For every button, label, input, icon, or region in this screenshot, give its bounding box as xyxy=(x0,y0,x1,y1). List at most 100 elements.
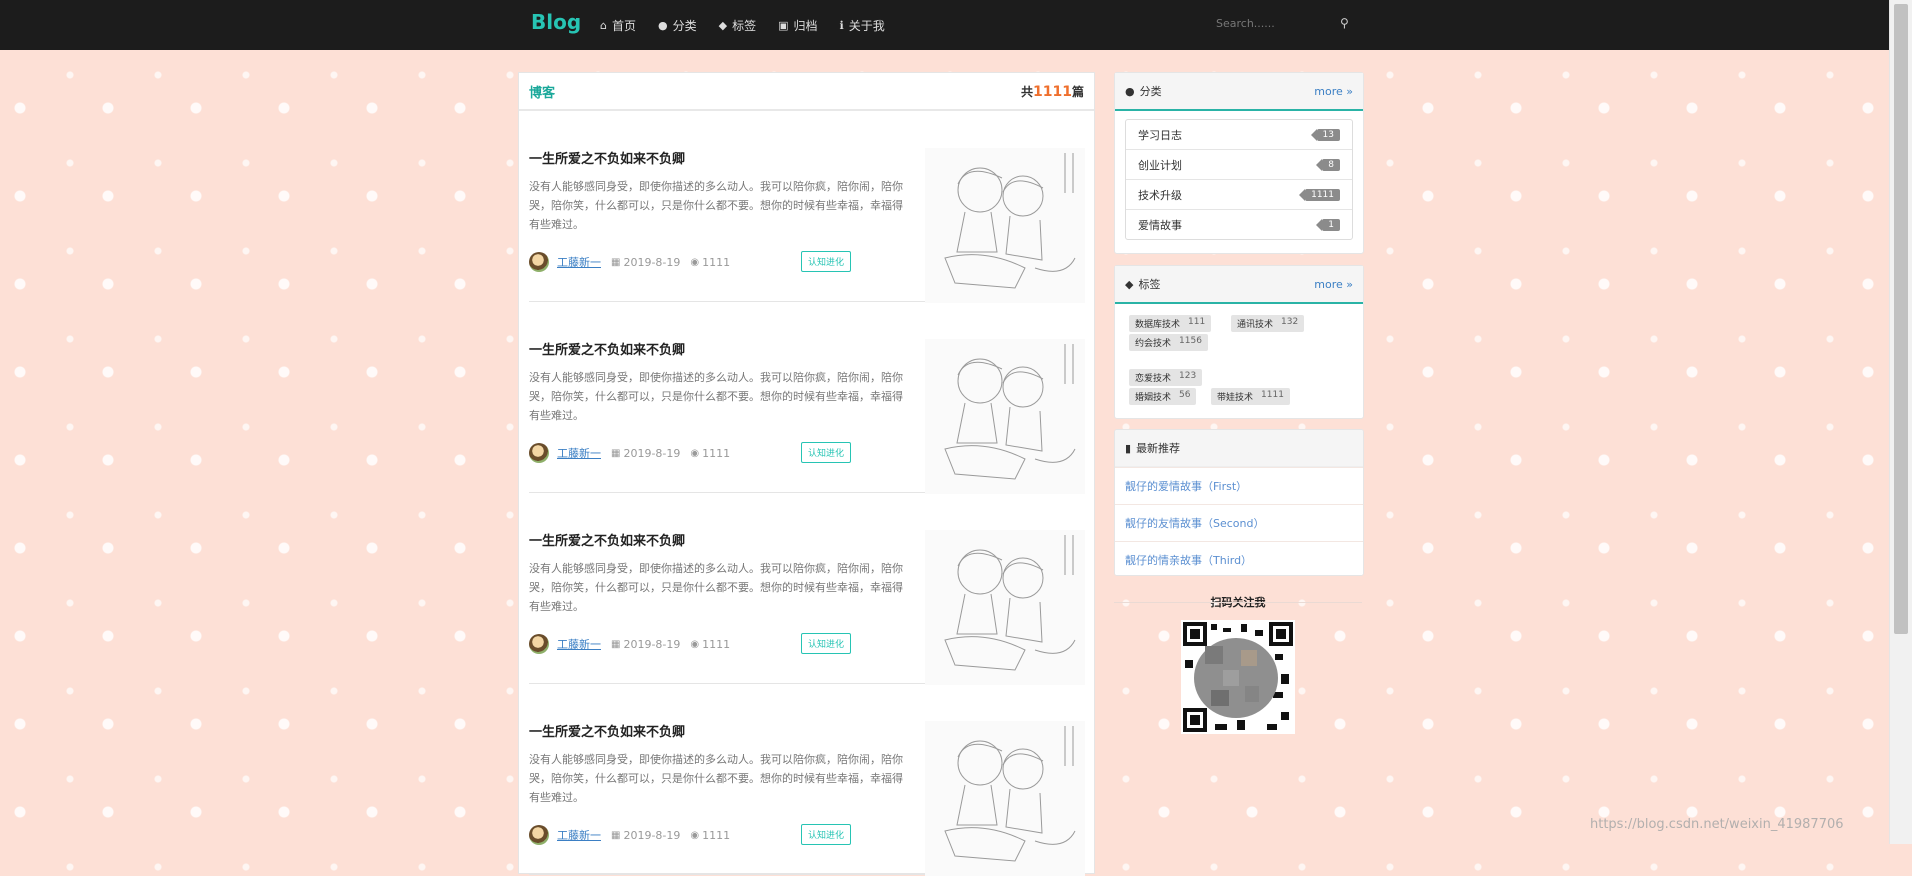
category-count: 13 xyxy=(1310,128,1340,141)
post-count: 共1111篇 xyxy=(1021,83,1084,100)
blog-list-title: 博客 xyxy=(529,85,556,101)
tags-icon: ◆ xyxy=(718,18,728,32)
post-excerpt: 没有人能够感同身受，即使你描述的多么动人。我可以陪你疯，陪你闹，陪你哭，陪你笑，… xyxy=(529,180,903,231)
post-title[interactable]: 一生所爱之不负如来不负卿 xyxy=(529,339,685,358)
navbar: Blog ⌂ 首页 ● 分类 ◆ 标签 ▣ 归档 ℹ 关于我 ⚲ xyxy=(0,0,1890,50)
post-thumbnail[interactable] xyxy=(925,148,1085,303)
post-author[interactable]: 工藤新一 xyxy=(557,254,601,270)
recommend-title: ▮ 最新推荐 xyxy=(1125,440,1180,456)
tag-name: 婚姻技术 xyxy=(1135,393,1172,403)
post-tag[interactable]: 认知进化 xyxy=(801,633,852,654)
eye-icon: ◉ xyxy=(690,638,700,650)
post-meta: 工藤新一 ▦ 2019-8-19 ◉ 1111 认知进化 xyxy=(529,442,859,464)
category-name: 技术升级 xyxy=(1138,188,1182,202)
nav-item-about[interactable]: ℹ 关于我 xyxy=(840,17,885,34)
tag-name: 约会技术 xyxy=(1135,339,1172,349)
category-item[interactable]: 技术升级 1111 xyxy=(1126,180,1352,210)
nav-item-label: 关于我 xyxy=(848,18,885,33)
post-item: 一生所爱之不负如来不负卿 没有人能够感同身受，即使你描述的多么动人。我可以陪你疯… xyxy=(529,302,1085,494)
tag-count: 132 xyxy=(1281,317,1299,327)
tag-name: 通讯技术 xyxy=(1237,320,1274,330)
category-item[interactable]: 学习日志 13 xyxy=(1126,120,1352,150)
calendar-icon: ▦ xyxy=(611,447,621,459)
nav-item-categories[interactable]: ● 分类 xyxy=(658,17,697,34)
scrollbar-thumb[interactable] xyxy=(1894,4,1908,634)
nav-item-label: 标签 xyxy=(732,18,757,33)
post-author[interactable]: 工藤新一 xyxy=(557,445,601,461)
post-title[interactable]: 一生所爱之不负如来不负卿 xyxy=(529,721,685,740)
post-excerpt: 没有人能够感同身受，即使你描述的多么动人。我可以陪你疯，陪你闹，陪你哭，陪你笑，… xyxy=(529,562,903,613)
post-item: 一生所爱之不负如来不负卿 没有人能够感同身受，即使你描述的多么动人。我可以陪你疯… xyxy=(529,111,1085,303)
eye-icon: ◉ xyxy=(690,256,700,268)
tags-title: ◆ 标签 xyxy=(1125,276,1160,292)
tag-pill[interactable]: 数据库技术 111 xyxy=(1129,315,1212,332)
post-tag[interactable]: 认知进化 xyxy=(801,442,852,463)
tag-pill[interactable]: 通讯技术 132 xyxy=(1231,315,1305,332)
avatar[interactable] xyxy=(529,443,549,463)
post-tag[interactable]: 认知进化 xyxy=(801,824,852,845)
qr-divider xyxy=(1114,602,1362,603)
tags-title-text: 标签 xyxy=(1138,278,1161,291)
tag-name: 带娃技术 xyxy=(1217,393,1254,403)
post-title[interactable]: 一生所爱之不负如来不负卿 xyxy=(529,148,685,167)
categories-more-link[interactable]: more » xyxy=(1314,85,1353,98)
scrollbar[interactable] xyxy=(1889,0,1912,844)
nav-item-label: 分类 xyxy=(672,18,697,33)
qr-code xyxy=(1181,620,1295,734)
search-box: ⚲ xyxy=(1214,12,1354,34)
nav-item-archive[interactable]: ▣ 归档 xyxy=(778,17,817,34)
post-thumbnail[interactable] xyxy=(925,721,1085,876)
nav-item-label: 归档 xyxy=(793,18,818,33)
post-author[interactable]: 工藤新一 xyxy=(557,827,601,843)
bookmark-icon: ▮ xyxy=(1125,441,1132,455)
more-label: more xyxy=(1314,84,1343,98)
avatar[interactable] xyxy=(529,825,549,845)
search-icon[interactable]: ⚲ xyxy=(1340,16,1349,30)
eye-icon: ◉ xyxy=(690,829,700,841)
categories-title: ● 分类 xyxy=(1125,83,1162,99)
category-item[interactable]: 创业计划 8 xyxy=(1126,150,1352,180)
category-name: 爱情故事 xyxy=(1138,218,1182,232)
categories-title-text: 分类 xyxy=(1139,85,1162,98)
recommend-item[interactable]: 靓仔的爱情故事（First） xyxy=(1115,467,1363,504)
nav-item-home[interactable]: ⌂ 首页 xyxy=(600,17,636,34)
eye-icon: ◉ xyxy=(690,447,700,459)
recommend-item[interactable]: 靓仔的情亲故事（Third） xyxy=(1115,541,1363,575)
category-count: 1 xyxy=(1316,218,1340,231)
post-meta: 工藤新一 ▦ 2019-8-19 ◉ 1111 认知进化 xyxy=(529,251,859,273)
post-views: 1111 xyxy=(702,446,731,460)
tags-more-link[interactable]: more » xyxy=(1314,278,1353,291)
avatar[interactable] xyxy=(529,634,549,654)
calendar-icon: ▦ xyxy=(611,829,621,841)
lightbulb-icon: ● xyxy=(1125,84,1135,98)
tag-pill[interactable]: 婚姻技术 56 xyxy=(1129,388,1197,405)
double-chevron-right-icon: » xyxy=(1346,277,1353,291)
tag-pill[interactable]: 约会技术 1156 xyxy=(1129,334,1208,351)
post-title[interactable]: 一生所爱之不负如来不负卿 xyxy=(529,530,685,549)
post-excerpt: 没有人能够感同身受，即使你描述的多么动人。我可以陪你疯，陪你闹，陪你哭，陪你笑，… xyxy=(529,753,903,804)
category-name: 学习日志 xyxy=(1138,128,1182,142)
tags-icon: ◆ xyxy=(1125,277,1134,291)
category-list: 学习日志 13 创业计划 8 技术升级 1111 爱情故事 1 xyxy=(1125,119,1353,240)
tag-name: 数据库技术 xyxy=(1135,320,1181,330)
brand-logo[interactable]: Blog xyxy=(531,10,581,34)
category-item[interactable]: 爱情故事 1 xyxy=(1126,210,1352,239)
post-thumbnail[interactable] xyxy=(925,530,1085,685)
tag-pill[interactable]: 恋爱技术 123 xyxy=(1129,369,1203,386)
recommend-item[interactable]: 靓仔的友情故事（Second） xyxy=(1115,504,1363,541)
search-input[interactable] xyxy=(1214,15,1328,31)
tags-panel: ◆ 标签 more » 数据库技术 111 通讯技术 132 约会技术 1156 恋爱技… xyxy=(1114,265,1364,419)
nav-item-tags[interactable]: ◆ 标签 xyxy=(719,17,756,34)
post-date: 2019-8-19 xyxy=(623,446,681,460)
tag-pill[interactable]: 带娃技术 1111 xyxy=(1211,388,1290,405)
category-name: 创业计划 xyxy=(1138,158,1182,172)
blog-list-header: 博客 共1111篇 xyxy=(519,73,1094,111)
post-author[interactable]: 工藤新一 xyxy=(557,636,601,652)
avatar[interactable] xyxy=(529,252,549,272)
count-number: 1111 xyxy=(1033,83,1072,100)
post-tag[interactable]: 认知进化 xyxy=(801,251,852,272)
post-meta: 工藤新一 ▦ 2019-8-19 ◉ 1111 认知进化 xyxy=(529,824,859,846)
tag-count: 1111 xyxy=(1261,390,1284,400)
post-thumbnail[interactable] xyxy=(925,339,1085,494)
post-date: 2019-8-19 xyxy=(623,637,681,651)
